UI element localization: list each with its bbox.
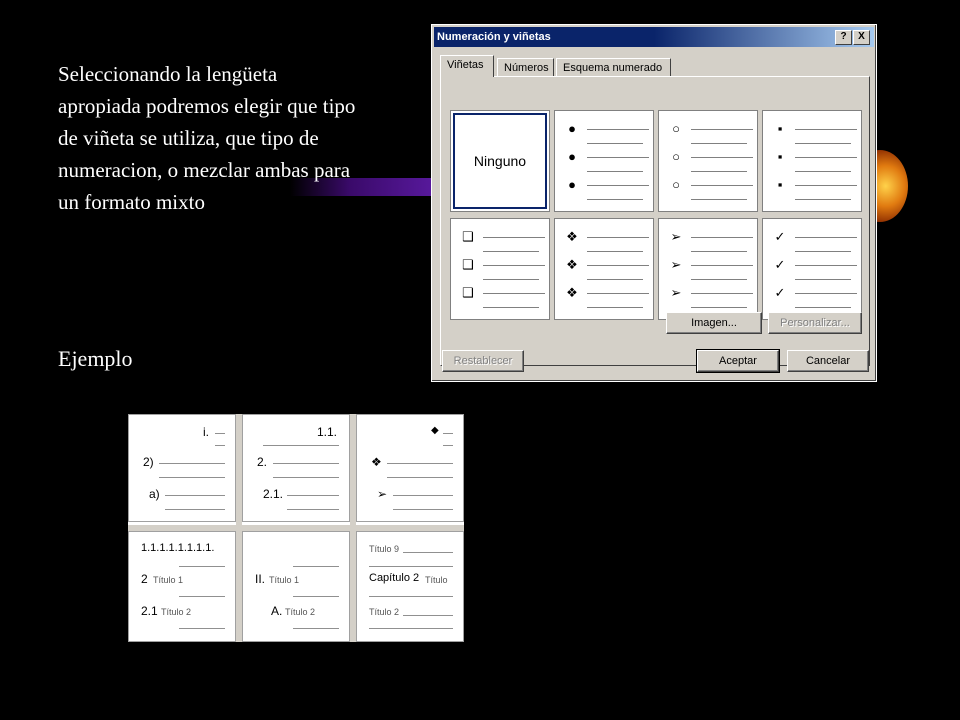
check-bullet-icon: ✓ bbox=[774, 257, 786, 272]
bullet-option[interactable]: ○ ○ ○ bbox=[658, 110, 758, 212]
bullet-option[interactable]: ● ● ● bbox=[554, 110, 654, 212]
slide-paragraph: Seleccionando la lengüeta apropiada podr… bbox=[58, 62, 356, 214]
square-bullet-icon: ▪ bbox=[777, 121, 783, 136]
example-cell-roman: i. 2) a) bbox=[128, 414, 236, 522]
filled-circle-bullet-icon: ● bbox=[568, 177, 576, 192]
bullet-row: ❑ bbox=[461, 229, 545, 245]
bullet-option-none[interactable]: Ninguno bbox=[450, 110, 550, 212]
example-label: 1.1.1.1.1.1.1.1. bbox=[141, 542, 215, 554]
bullet-row: ✓ bbox=[773, 257, 857, 273]
aceptar-button[interactable]: Aceptar bbox=[696, 349, 780, 373]
bullet-option[interactable]: ✓ ✓ ✓ bbox=[762, 218, 862, 320]
example-numbering-thumbnail: i. 2) a) 1.1. 2. 2.1. ◆ ❖ ➢ 1.1.1.1.1.1.… bbox=[128, 414, 464, 642]
example-label: Título 1 bbox=[269, 575, 300, 585]
cancelar-button[interactable]: Cancelar bbox=[787, 350, 869, 372]
bullet-row: ● bbox=[565, 121, 649, 137]
bullet-row: ✓ bbox=[773, 229, 857, 245]
example-label: Título 2 bbox=[161, 607, 192, 617]
check-bullet-icon: ✓ bbox=[774, 285, 786, 300]
bullet-row: ❑ bbox=[461, 285, 545, 301]
bullet-row: ✓ bbox=[773, 285, 857, 301]
ornament-bullet-icon: ❖ bbox=[566, 229, 578, 244]
bullet-option[interactable]: ❖ ❖ ❖ bbox=[554, 218, 654, 320]
bullet-option[interactable]: ❑ ❑ ❑ bbox=[450, 218, 550, 320]
tab-numeros[interactable]: Números bbox=[497, 58, 554, 76]
bullet-row: ○ bbox=[669, 121, 753, 137]
example-label: II. bbox=[255, 572, 266, 586]
box-bullet-icon: ❑ bbox=[462, 257, 474, 272]
example-label: Título 1 bbox=[153, 575, 184, 585]
filled-circle-bullet-icon: ● bbox=[568, 149, 576, 164]
arrow-bullet-icon: ➢ bbox=[670, 285, 682, 300]
diamond-bullet-icon: ◆ bbox=[431, 425, 439, 436]
ornament-bullet-icon: ❖ bbox=[566, 285, 578, 300]
arrow-bullet-icon: ➢ bbox=[670, 257, 682, 272]
example-label: Título 9 bbox=[369, 544, 400, 554]
example-label: Capítulo 2 bbox=[369, 572, 420, 584]
bullet-row: ● bbox=[565, 149, 649, 165]
hollow-circle-bullet-icon: ○ bbox=[672, 121, 680, 136]
bullet-row: ▪ bbox=[773, 177, 857, 193]
restablecer-button[interactable]: Restablecer bbox=[442, 350, 524, 372]
hollow-circle-bullet-icon: ○ bbox=[672, 177, 680, 192]
example-cell-outline: II. Título 1 A. Título 2 bbox=[242, 531, 350, 642]
example-cell-bullets: ◆ ❖ ➢ bbox=[356, 414, 464, 522]
dialog-titlebar: Numeración y viñetas ? X bbox=[434, 27, 874, 47]
example-label: 2.1. bbox=[263, 487, 284, 501]
bullet-row: ○ bbox=[669, 149, 753, 165]
example-label: i. bbox=[203, 425, 209, 439]
example-label: A. bbox=[271, 604, 283, 618]
help-icon[interactable]: ? bbox=[835, 30, 852, 45]
ornament-bullet-icon: ❖ bbox=[566, 257, 578, 272]
example-label: 2. bbox=[257, 455, 268, 469]
arrow-bullet-icon: ➢ bbox=[377, 487, 388, 501]
tab-vinetas[interactable]: Viñetas bbox=[440, 55, 494, 77]
ornament-bullet-icon: ❖ bbox=[371, 455, 382, 469]
square-bullet-icon: ▪ bbox=[777, 177, 783, 192]
bullet-row: ▪ bbox=[773, 149, 857, 165]
example-label: Título bbox=[425, 575, 448, 585]
example-label: Título 2 bbox=[369, 607, 400, 617]
box-bullet-icon: ❑ bbox=[462, 285, 474, 300]
bullet-row: ○ bbox=[669, 177, 753, 193]
example-heading: Ejemplo bbox=[58, 346, 133, 371]
close-icon[interactable]: X bbox=[853, 30, 870, 45]
filled-circle-bullet-icon: ● bbox=[568, 121, 576, 136]
dialog-title: Numeración y viñetas bbox=[437, 31, 551, 43]
hollow-circle-bullet-icon: ○ bbox=[672, 149, 680, 164]
bullet-row: ➢ bbox=[669, 229, 753, 245]
example-label: Título 2 bbox=[285, 607, 316, 617]
example-cell-decimal: 1.1. 2. 2.1. bbox=[242, 414, 350, 522]
bullet-row: ❖ bbox=[565, 285, 649, 301]
square-bullet-icon: ▪ bbox=[777, 149, 783, 164]
bullet-row: ▪ bbox=[773, 121, 857, 137]
arrow-bullet-icon: ➢ bbox=[670, 229, 682, 244]
tab-esquema-numerado[interactable]: Esquema numerado bbox=[556, 58, 671, 76]
example-label: 2 bbox=[141, 572, 148, 586]
bullet-row: ➢ bbox=[669, 257, 753, 273]
bullets-numbering-dialog: Numeración y viñetas ? X Viñetas Números… bbox=[431, 24, 877, 382]
imagen-button[interactable]: Imagen... bbox=[666, 312, 762, 334]
bullet-option[interactable]: ▪ ▪ ▪ bbox=[762, 110, 862, 212]
check-bullet-icon: ✓ bbox=[774, 229, 786, 244]
box-bullet-icon: ❑ bbox=[462, 229, 474, 244]
bullet-option[interactable]: ➢ ➢ ➢ bbox=[658, 218, 758, 320]
example-cell-legal: 1.1.1.1.1.1.1.1. 2 Título 1 2.1 Título 2 bbox=[128, 531, 236, 642]
example-label: 1.1. bbox=[317, 425, 338, 439]
example-label: 2) bbox=[143, 455, 154, 469]
example-label: a) bbox=[149, 487, 160, 501]
personalizar-button[interactable]: Personalizar... bbox=[768, 312, 862, 334]
example-cell-chapter: Título 9 Capítulo 2 Título Título 2 bbox=[356, 531, 464, 642]
bullet-row: ❑ bbox=[461, 257, 545, 273]
bullet-row: ❖ bbox=[565, 257, 649, 273]
bullet-row: ● bbox=[565, 177, 649, 193]
example-label: 2.1 bbox=[141, 604, 158, 618]
bullet-row: ❖ bbox=[565, 229, 649, 245]
bullet-row: ➢ bbox=[669, 285, 753, 301]
none-label: Ninguno bbox=[473, 153, 527, 169]
